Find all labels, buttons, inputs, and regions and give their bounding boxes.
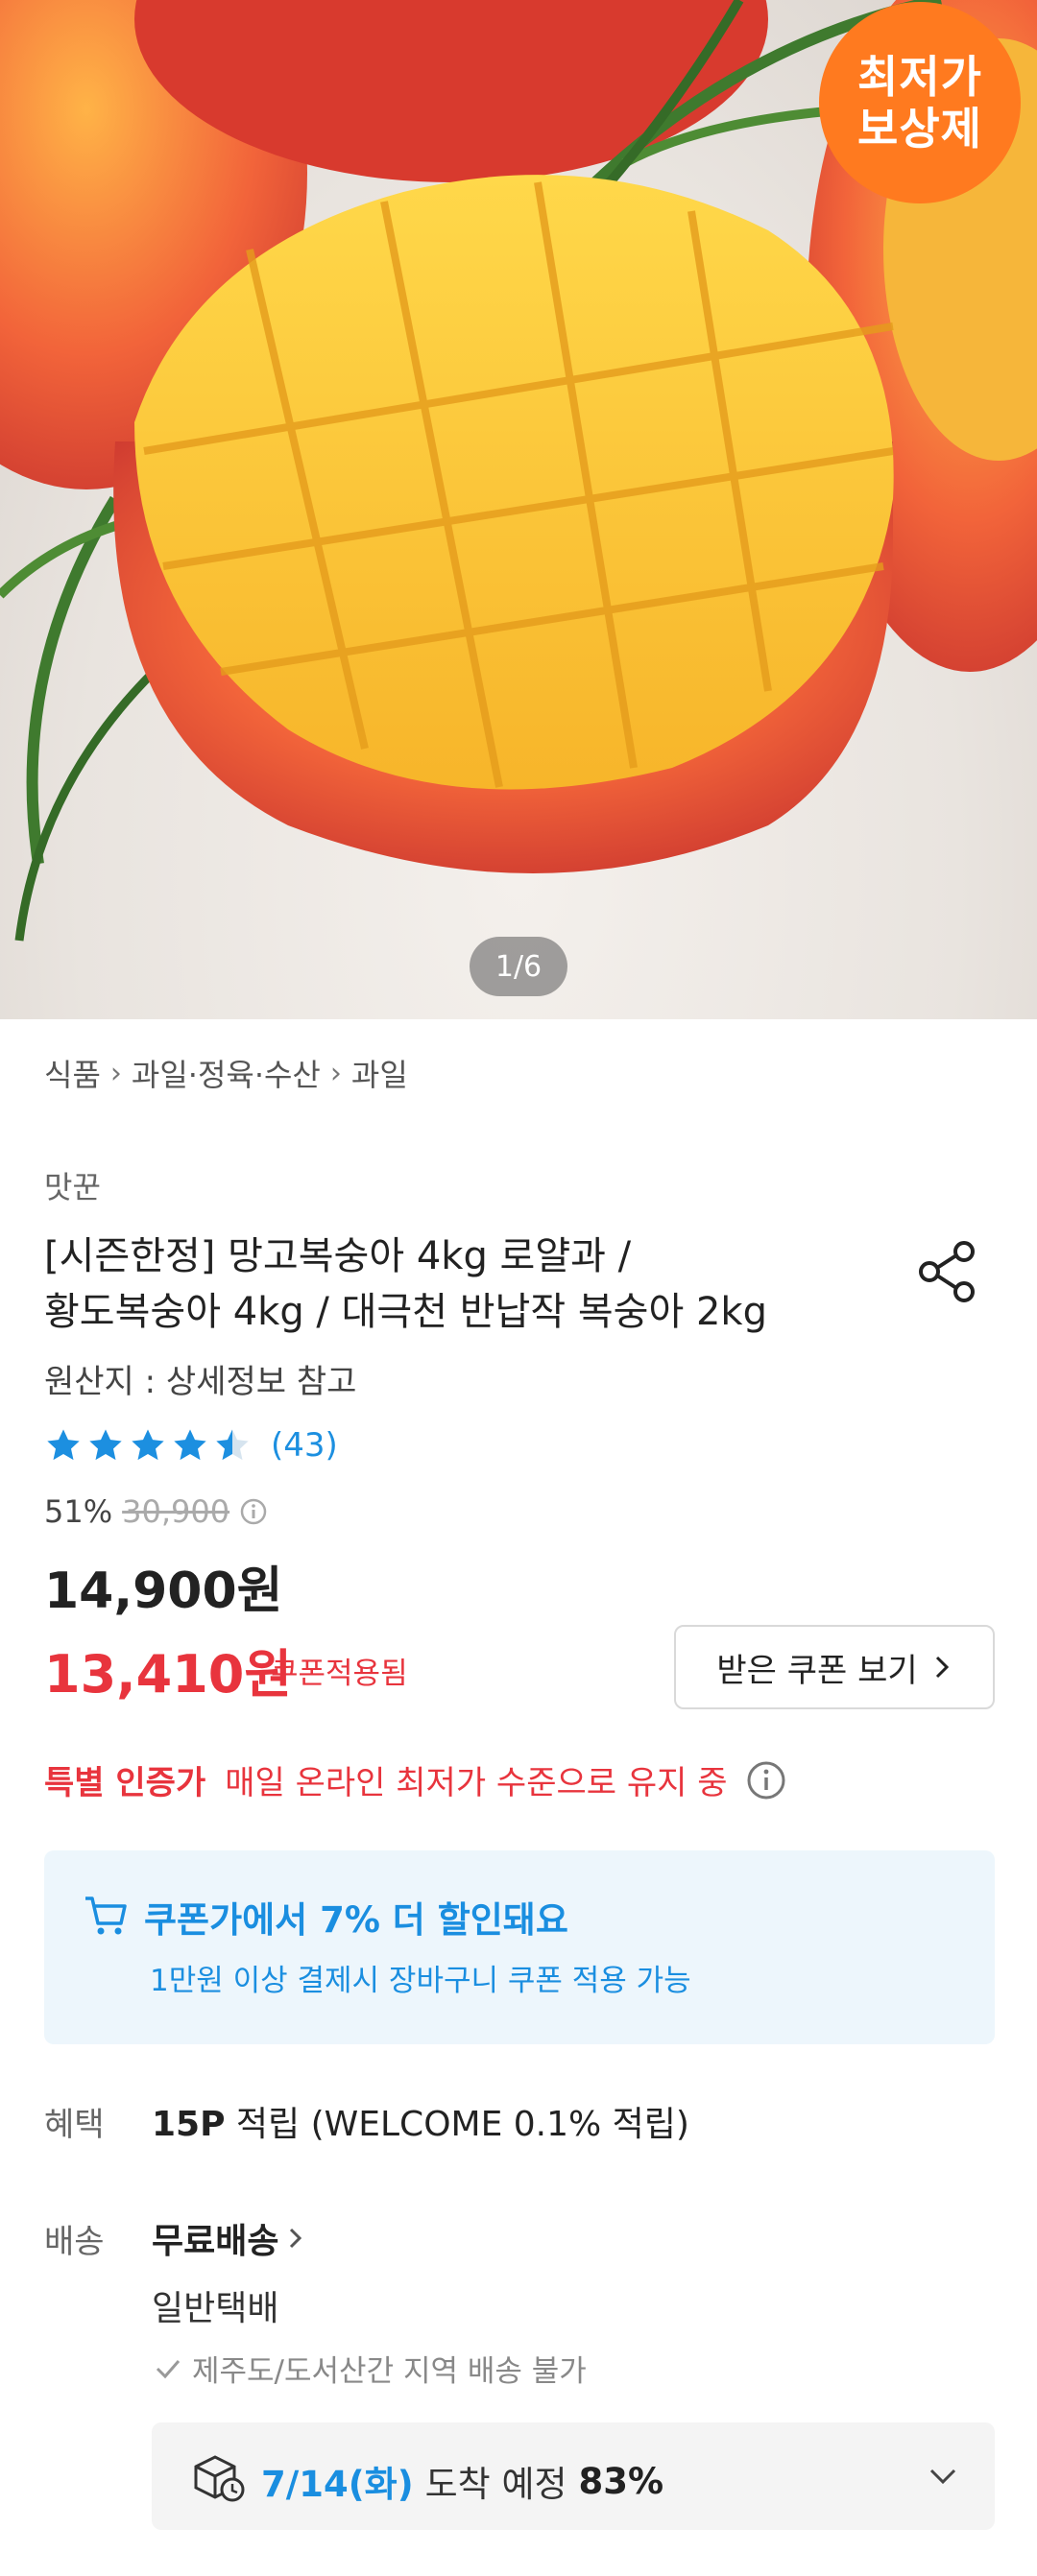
product-image[interactable]: 최저가 보상제 1/6 xyxy=(0,0,1037,1019)
breadcrumb-item[interactable]: 과일 xyxy=(351,1051,408,1095)
cart-icon xyxy=(85,1896,127,1935)
chevron-right-icon xyxy=(935,1656,949,1679)
breadcrumb: 식품 › 과일·정육·수산 › 과일 xyxy=(44,1051,408,1095)
eta-label: 도착 예정 xyxy=(424,2464,567,2505)
chevron-right-icon: › xyxy=(109,1056,122,1090)
discount-row: 51% 30,900 xyxy=(44,1493,268,1530)
breadcrumb-item[interactable]: 식품 xyxy=(44,1051,101,1095)
benefit-detail: 적립 (WELCOME 0.1% 적립) xyxy=(225,2105,689,2144)
coupon-applied-label: 쿠폰적용됨 xyxy=(271,1657,408,1691)
review-count[interactable]: (43) xyxy=(271,1426,338,1465)
benefit-label: 혜택 xyxy=(44,2106,105,2144)
free-shipping-link[interactable]: 무료배송 xyxy=(152,2213,305,2263)
breadcrumb-item[interactable]: 과일·정육·수산 xyxy=(132,1051,321,1095)
shipping-note-text: 제주도/도서산간 지역 배송 불가 xyxy=(192,2354,587,2389)
delivery-eta[interactable]: 7/14(화) 도착 예정 83% xyxy=(152,2422,995,2530)
check-icon xyxy=(156,2359,181,2378)
delivery-box-icon xyxy=(194,2455,245,2502)
view-coupons-label: 받은 쿠폰 보기 xyxy=(716,1651,918,1690)
discount-percent: 51% xyxy=(44,1493,113,1530)
benefit-value: 15P 적립 (WELCOME 0.1% 적립) xyxy=(152,2096,689,2146)
badge-line-2: 보상제 xyxy=(857,103,982,155)
info-icon[interactable] xyxy=(239,1497,268,1526)
promo-subtext: 1만원 이상 결제시 장바구니 쿠폰 적용 가능 xyxy=(150,1964,691,1998)
image-counter: 1/6 xyxy=(470,937,567,996)
chevron-down-icon[interactable] xyxy=(924,2457,962,2495)
coupon-promo-banner[interactable]: 쿠폰가에서 7% 더 할인돼요 1만원 이상 결제시 장바구니 쿠폰 적용 가능 xyxy=(44,1850,995,2044)
star-icon xyxy=(132,1429,164,1461)
rating[interactable]: (43) xyxy=(44,1426,338,1465)
shipping-value: 무료배송 xyxy=(152,2222,279,2261)
star-icon xyxy=(89,1429,122,1461)
original-price: 30,900 xyxy=(122,1493,230,1530)
eta-text: 7/14(화) 도착 예정 83% xyxy=(261,2455,663,2507)
coupon-price: 13,410원 xyxy=(44,1644,293,1705)
star-icon xyxy=(174,1429,206,1461)
star-half-icon xyxy=(216,1429,249,1461)
info-icon[interactable] xyxy=(745,1759,787,1801)
shipping-type: 일반택배 xyxy=(152,2289,279,2328)
shipping-note: 제주도/도서산간 지역 배송 불가 xyxy=(154,2347,587,2390)
star-rating xyxy=(44,1426,252,1465)
sale-price: 14,900원 xyxy=(44,1562,283,1620)
certified-price-label: 특별 인증가 xyxy=(44,1764,206,1802)
badge-line-1: 최저가 xyxy=(857,51,982,103)
chevron-right-icon xyxy=(290,2228,302,2249)
eta-date: 7/14(화) xyxy=(261,2464,414,2505)
brand-name[interactable]: 맛꾼 xyxy=(44,1163,101,1207)
view-coupons-button[interactable]: 받은 쿠폰 보기 xyxy=(674,1625,995,1709)
share-icon[interactable] xyxy=(914,1238,981,1305)
lowest-price-badge: 최저가 보상제 xyxy=(819,2,1021,203)
product-title-line-1: [시즌한정] 망고복숭아 4kg 로얄과 / xyxy=(44,1234,632,1278)
star-icon xyxy=(47,1429,80,1461)
certified-price-text: 매일 온라인 최저가 수준으로 유지 중 xyxy=(225,1764,728,1802)
product-title: [시즌한정] 망고복숭아 4kg 로얄과 / 황도복숭아 4kg / 대극천 반… xyxy=(44,1228,889,1340)
origin-info: 원산지 : 상세정보 참고 xyxy=(44,1363,357,1401)
shipping-label: 배송 xyxy=(44,2223,105,2261)
promo-headline: 쿠폰가에서 7% 더 할인돼요 xyxy=(144,1899,568,1941)
eta-percent: 83% xyxy=(578,2460,664,2502)
chevron-right-icon: › xyxy=(329,1056,342,1090)
product-title-line-2: 황도복숭아 4kg / 대극천 반납작 복숭아 2kg xyxy=(44,1290,767,1334)
certified-price: 특별 인증가 매일 온라인 최저가 수준으로 유지 중 xyxy=(44,1756,787,1803)
benefit-points: 15P xyxy=(152,2105,226,2144)
